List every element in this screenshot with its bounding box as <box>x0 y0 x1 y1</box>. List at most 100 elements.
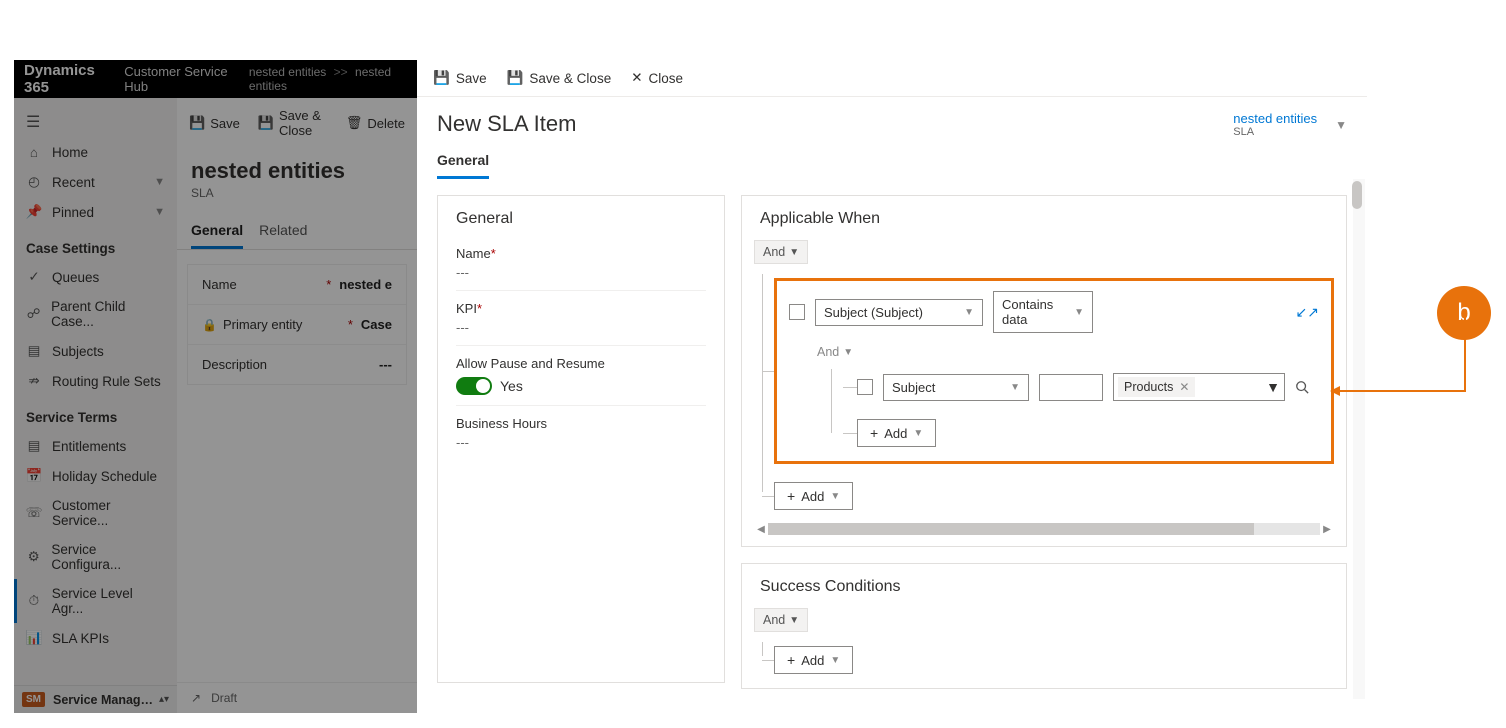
sidebar-item-holiday[interactable]: 📅Holiday Schedule <box>14 461 177 491</box>
save-button[interactable]: 💾Save <box>433 70 487 86</box>
sidebar-item-entitlements[interactable]: ▤Entitlements <box>14 431 177 461</box>
bg-field-description[interactable]: Description --- <box>188 345 406 384</box>
general-card: General Name* --- KPI* --- Allow Pause a… <box>437 195 725 683</box>
status-text: Draft <box>211 691 237 705</box>
quick-create-flyout: 💾Save 💾Save & Close ✕Close New SLA Item … <box>417 60 1367 713</box>
chevron-down-icon: ▼ <box>1266 379 1280 395</box>
chevron-down-icon: ▼ <box>913 428 923 439</box>
operator-dropdown[interactable]: Contains data ▼ <box>993 291 1093 333</box>
toggle-value: Yes <box>500 378 523 394</box>
subjects-icon: ▤ <box>26 343 42 359</box>
root-and-operator[interactable]: And ▼ <box>754 240 808 264</box>
sidebar-item-service-config[interactable]: ⚙Service Configura... <box>14 535 177 579</box>
queues-icon: ✓ <box>26 269 42 285</box>
bg-status-bar: ↗ Draft <box>177 682 417 713</box>
sidebar-label-recent: Recent <box>52 175 95 190</box>
inner-attribute-dropdown[interactable]: Subject ▼ <box>883 374 1029 401</box>
inner-operator-dropdown[interactable] <box>1039 374 1103 401</box>
bg-tab-related[interactable]: Related <box>259 214 307 249</box>
attribute-dropdown[interactable]: Subject (Subject) ▼ <box>815 299 983 326</box>
save-icon: 💾 <box>189 115 205 131</box>
sidebar-item-home[interactable]: ⌂ Home <box>14 138 177 167</box>
inner-add-button[interactable]: + Add ▼ <box>857 419 936 447</box>
sidebar-item-queues[interactable]: ✓Queues <box>14 262 177 292</box>
vertical-scrollbar[interactable] <box>1353 179 1365 699</box>
save-close-icon: 💾 <box>258 115 274 131</box>
collapse-icon[interactable]: ↙↗ <box>1296 304 1319 321</box>
tab-general[interactable]: General <box>437 144 489 179</box>
success-and-operator[interactable]: And ▼ <box>754 608 808 632</box>
outer-add-button[interactable]: + Add ▼ <box>774 482 853 510</box>
toggle-allow-pause[interactable] <box>456 377 492 395</box>
breadcrumb-item-1[interactable]: nested entities <box>249 65 326 79</box>
sidebar-item-routing[interactable]: ⇏Routing Rule Sets <box>14 366 177 396</box>
plus-icon: + <box>870 425 878 441</box>
header-related-record[interactable]: nested entities SLA ▼ <box>1233 111 1347 138</box>
sidebar-section-case: Case Settings <box>14 227 177 262</box>
popout-icon[interactable]: ↗ <box>191 691 201 705</box>
inner-condition-checkbox[interactable] <box>857 379 873 395</box>
gear-icon: ⚙ <box>26 549 41 565</box>
tree-icon: ☍ <box>26 306 41 322</box>
sidebar-section-service: Service Terms <box>14 396 177 431</box>
sidebar-item-pinned[interactable]: 📌 Pinned ▼ <box>14 197 177 227</box>
chevron-down-icon: ▼ <box>843 347 853 358</box>
remove-tag-icon[interactable]: ✕ <box>1179 380 1189 394</box>
plus-icon: + <box>787 652 795 668</box>
chevron-updown-icon: ▴▾ <box>159 694 169 705</box>
calendar-icon: 📅 <box>26 468 42 484</box>
applicable-when-card: Applicable When And ▼ Subject <box>741 195 1347 547</box>
lock-icon: 🔒 <box>202 318 217 332</box>
routing-icon: ⇏ <box>26 373 42 389</box>
bg-field-primary-entity[interactable]: 🔒 Primary entity * Case <box>188 305 406 345</box>
sidebar-item-subjects[interactable]: ▤Subjects <box>14 336 177 366</box>
success-add-button[interactable]: + Add ▼ <box>774 646 853 674</box>
app-brand: Dynamics 365 <box>24 62 110 96</box>
app-picker[interactable]: SM Service Managem... ▴▾ <box>14 685 177 713</box>
sidebar-item-parent-child[interactable]: ☍Parent Child Case... <box>14 292 177 336</box>
success-title: Success Conditions <box>742 564 1346 608</box>
inner-and-operator[interactable]: And ▼ <box>817 343 853 361</box>
bg-command-bar: 💾Save 💾Save & Close 🗑Delete <box>177 98 417 148</box>
chevron-down-icon: ▼ <box>789 247 799 258</box>
sidebar-item-sla[interactable]: ⏱Service Level Agr... <box>14 579 177 623</box>
chevron-down-icon: ▼ <box>964 307 974 318</box>
scroll-left-icon[interactable]: ◀ <box>754 524 768 535</box>
hamburger-icon[interactable]: ☰ <box>14 106 177 138</box>
condition-highlight-box: Subject (Subject) ▼ Contains data ▼ ↙↗ <box>774 278 1334 464</box>
bg-field-name[interactable]: Name * nested e <box>188 265 406 305</box>
field-kpi[interactable]: KPI* --- <box>456 291 706 346</box>
chevron-down-icon[interactable]: ▼ <box>1335 118 1347 132</box>
chevron-down-icon: ▼ <box>154 206 165 218</box>
app-header: Dynamics 365 Customer Service Hub nested… <box>14 60 417 98</box>
sidebar: ☰ ⌂ Home ◴ Recent ▼ 📌 Pinned ▼ Case Sett… <box>14 98 177 713</box>
pin-icon: 📌 <box>26 204 42 220</box>
bg-tab-general[interactable]: General <box>191 214 243 249</box>
scroll-right-icon[interactable]: ▶ <box>1320 524 1334 535</box>
bg-record-title: nested entities <box>177 148 417 186</box>
sidebar-item-recent[interactable]: ◴ Recent ▼ <box>14 167 177 197</box>
field-allow-pause[interactable]: Allow Pause and Resume Yes <box>456 346 706 406</box>
hub-name[interactable]: Customer Service Hub <box>124 64 237 94</box>
annotation-arrow <box>1330 390 1466 392</box>
close-button[interactable]: ✕Close <box>631 70 683 86</box>
sidebar-item-customer-service[interactable]: ☏Customer Service... <box>14 491 177 535</box>
field-business-hours[interactable]: Business Hours --- <box>456 406 706 460</box>
bg-delete-button[interactable]: 🗑Delete <box>346 115 405 131</box>
condition-checkbox[interactable] <box>789 304 805 320</box>
page-title: New SLA Item <box>437 111 576 137</box>
breadcrumb: nested entities >> nested entities <box>249 65 407 93</box>
sidebar-item-sla-kpis[interactable]: 📊SLA KPIs <box>14 623 177 653</box>
save-close-button[interactable]: 💾Save & Close <box>507 70 612 86</box>
chevron-down-icon: ▼ <box>154 176 165 188</box>
bg-save-close-button[interactable]: 💾Save & Close <box>258 108 328 138</box>
value-lookup-input[interactable]: Products ✕ ▼ <box>1113 373 1285 401</box>
chevron-down-icon: ▼ <box>830 491 840 502</box>
close-icon: ✕ <box>631 70 642 86</box>
field-name[interactable]: Name* --- <box>456 236 706 291</box>
horizontal-scrollbar[interactable]: ◀ ▶ <box>754 522 1334 536</box>
search-icon[interactable] <box>1295 380 1309 394</box>
home-icon: ⌂ <box>26 145 42 160</box>
bg-save-button[interactable]: 💾Save <box>189 115 240 131</box>
chevron-down-icon: ▼ <box>1010 382 1020 393</box>
